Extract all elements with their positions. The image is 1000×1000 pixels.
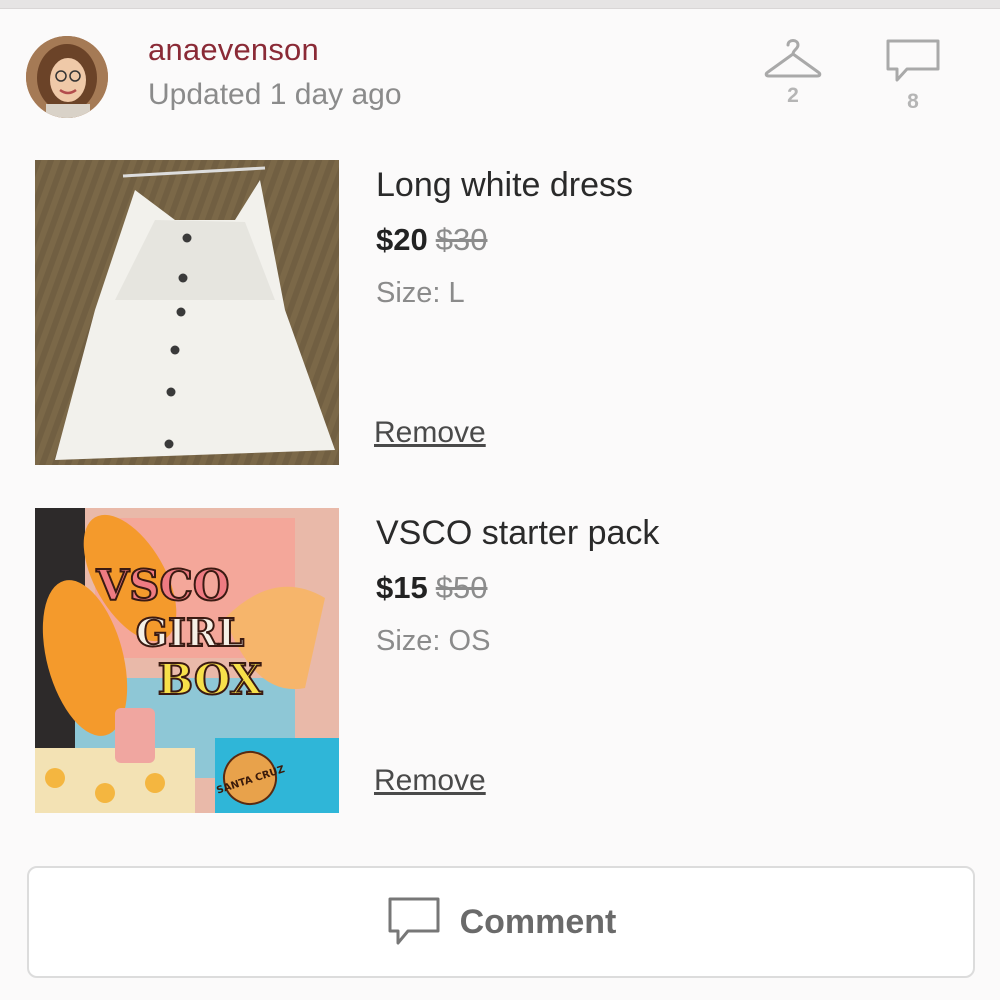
list-item: VSCO GIRL BOX SANTA CRUZ VSCO starter pa… bbox=[0, 508, 1000, 813]
avatar-image bbox=[26, 36, 108, 118]
item-price: $20 $30 bbox=[376, 222, 487, 258]
current-price: $20 bbox=[376, 222, 428, 257]
image-text-vsco: VSCO bbox=[96, 561, 230, 610]
speech-bubble-icon bbox=[388, 897, 440, 945]
post-header: anaevenson Updated 1 day ago 2 8 bbox=[0, 10, 1000, 130]
item-size: Size: L bbox=[376, 277, 465, 309]
top-divider bbox=[0, 0, 1000, 9]
item-price: $15 $50 bbox=[376, 570, 487, 606]
comment-count: 8 bbox=[907, 90, 919, 113]
vsco-box-photo: VSCO GIRL BOX SANTA CRUZ bbox=[35, 508, 339, 813]
speech-bubble-icon bbox=[886, 39, 940, 82]
item-title[interactable]: VSCO starter pack bbox=[376, 514, 659, 553]
username-link[interactable]: anaevenson bbox=[148, 32, 319, 68]
current-price: $15 bbox=[376, 570, 428, 605]
image-text-box: BOX bbox=[158, 655, 263, 704]
item-title[interactable]: Long white dress bbox=[376, 166, 633, 205]
item-size: Size: OS bbox=[376, 625, 491, 657]
image-text-girl: GIRL bbox=[136, 610, 245, 655]
avatar[interactable] bbox=[26, 36, 108, 118]
remove-button[interactable]: Remove bbox=[374, 416, 486, 450]
item-photo-vsco-pack[interactable]: VSCO GIRL BOX SANTA CRUZ bbox=[35, 508, 339, 813]
hanger-count: 2 bbox=[787, 84, 799, 107]
list-item: Long white dress $20 $30 Size: L Remove bbox=[0, 160, 1000, 465]
item-photo-white-dress[interactable] bbox=[35, 160, 339, 465]
comments-stat-button[interactable]: 8 bbox=[878, 36, 948, 114]
original-price: $50 bbox=[435, 570, 488, 605]
comment-button-label: Comment bbox=[459, 902, 617, 941]
comment-button[interactable]: Comment bbox=[27, 866, 975, 978]
original-price: $30 bbox=[435, 222, 488, 257]
dress-photo bbox=[35, 160, 339, 465]
hanger-stat-button[interactable]: 2 bbox=[758, 36, 828, 108]
remove-button[interactable]: Remove bbox=[374, 764, 486, 798]
hanger-icon bbox=[764, 39, 822, 78]
updated-timestamp: Updated 1 day ago bbox=[148, 78, 402, 111]
